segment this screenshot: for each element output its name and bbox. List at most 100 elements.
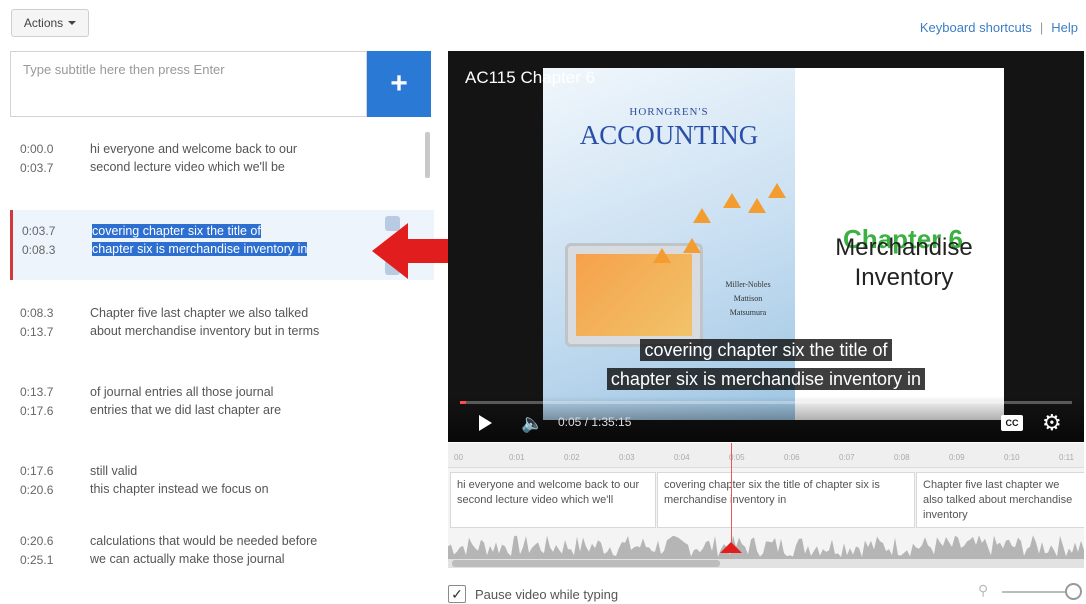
timeline-segment[interactable]: hi everyone and welcome back to our seco…	[450, 472, 656, 528]
link-separator: |	[1039, 20, 1044, 35]
pause-while-typing-checkbox[interactable]: ✓	[448, 585, 466, 603]
actions-dropdown-button[interactable]: Actions	[11, 9, 89, 37]
subtitle-row-selected[interactable]: 0:03.7 0:08.3 covering chapter six the t…	[10, 210, 434, 280]
zoom-slider-knob[interactable]	[1065, 583, 1082, 600]
subtitle-times: 0:20.6 0:25.1	[20, 532, 80, 570]
actions-label: Actions	[23, 16, 64, 30]
timeline-scrollbar-thumb[interactable]	[452, 560, 720, 567]
video-progress-fill	[460, 401, 467, 404]
video-player[interactable]: HORNGREN'S ACCOUNTING Miller-Nobles Matt…	[448, 51, 1084, 442]
timeline-tick-label: 0:02	[564, 453, 580, 462]
subtitle-timeline[interactable]: 00 0:01 0:02 0:03 0:04 0:05 0:06 0:07 0:08 0:09 0:…	[448, 443, 1084, 568]
subtitle-row[interactable]: 0:20.6 0:25.1 calculations that would be…	[10, 520, 434, 578]
subtitle-row[interactable]: 0:00.0 0:03.7 hi everyone and welcome ba…	[10, 128, 434, 198]
timeline-tick-label: 0:08	[894, 453, 910, 462]
subtitle-line: second lecture video which we'll be	[90, 160, 285, 174]
video-caption-line: covering chapter six the title of	[448, 339, 1084, 361]
gear-icon[interactable]: ⚙	[1042, 410, 1062, 436]
caret-down-icon	[68, 21, 77, 25]
book-title-text: ACCOUNTING	[579, 120, 759, 150]
subtitle-row[interactable]: 0:17.6 0:20.6 still valid this chapter i…	[10, 450, 434, 520]
pause-while-typing-option[interactable]: ✓ Pause video while typing	[448, 585, 618, 603]
playhead-marker-icon[interactable]	[720, 542, 742, 553]
timeline-ruler: 00 0:01 0:02 0:03 0:04 0:05 0:06 0:07 0:08 0:09 0:…	[448, 443, 1084, 468]
butterfly-icon	[723, 193, 741, 208]
subtitle-end-time[interactable]: 0:03.7	[20, 159, 80, 178]
closed-captions-icon[interactable]: CC	[1001, 415, 1023, 431]
timeline-scrollbar[interactable]	[448, 559, 1084, 568]
subtitle-end-time[interactable]: 0:25.1	[20, 551, 80, 570]
subtitle-row[interactable]: 0:13.7 0:17.6 of journal entries all tho…	[10, 371, 434, 441]
subtitle-line: this chapter instead we focus on	[90, 482, 269, 496]
subtitle-start-time[interactable]: 0:17.6	[20, 462, 80, 481]
help-link[interactable]: Help	[1051, 20, 1078, 35]
volume-icon[interactable]: 🔈	[521, 413, 543, 434]
subtitle-line: about merchandise inventory but in terms	[90, 324, 320, 338]
timeline-tick-label: 0:09	[949, 453, 965, 462]
subtitle-text[interactable]: hi everyone and welcome back to our seco…	[90, 140, 370, 176]
subtitle-start-time[interactable]: 0:03.7	[22, 222, 82, 241]
timeline-tick-label: 0:04	[674, 453, 690, 462]
butterfly-icon	[683, 238, 701, 253]
subtitle-row[interactable]: 0:08.3 0:13.7 Chapter five last chapter …	[10, 292, 434, 362]
zoom-slider-track[interactable]	[1002, 591, 1074, 593]
timeline-zoom-control[interactable]: ⚲	[978, 580, 1084, 604]
subtitle-line: hi everyone and welcome back to our	[90, 142, 298, 156]
timeline-segment[interactable]: Chapter five last chapter we also talked…	[916, 472, 1084, 528]
butterfly-icon	[748, 198, 766, 213]
top-links: Keyboard shortcuts | Help	[920, 20, 1078, 35]
timeline-segment-selected[interactable]: covering chapter six the title of chapte…	[657, 472, 915, 528]
video-time-display: 0:05 / 1:35:15	[558, 415, 632, 429]
subtitle-times: 0:00.0 0:03.7	[20, 140, 80, 178]
subtitle-start-time[interactable]: 0:00.0	[20, 140, 80, 159]
subtitle-times: 0:08.3 0:13.7	[20, 304, 80, 342]
subtitle-text[interactable]: of journal entries all those journal ent…	[90, 383, 370, 419]
slide-chapter-subtitle: Merchandise Inventory	[835, 234, 973, 291]
subtitle-text[interactable]: Chapter five last chapter we also talked…	[90, 304, 370, 340]
butterfly-icon	[768, 183, 786, 198]
video-progress-bar[interactable]	[460, 401, 1072, 404]
subtitle-input[interactable]: Type subtitle here then press Enter	[10, 51, 367, 117]
timeline-tick-label: 0:10	[1004, 453, 1020, 462]
subtitle-line: entries that we did last chapter are	[90, 403, 282, 417]
subtitle-line: we can actually make those journal	[90, 552, 285, 566]
selected-subtitle-line: covering chapter six the title of	[92, 224, 261, 238]
pause-while-typing-label: Pause video while typing	[475, 586, 619, 602]
subtitle-list[interactable]: 0:00.0 0:03.7 hi everyone and welcome ba…	[10, 128, 434, 578]
video-title: AC115 Chapter 6	[465, 68, 596, 87]
subtitle-end-time[interactable]: 0:20.6	[20, 481, 80, 500]
subtitle-line: of journal entries all those journal	[90, 385, 274, 399]
laptop-icon	[565, 243, 703, 347]
subtitle-times: 0:17.6 0:20.6	[20, 462, 80, 500]
subtitle-line: calculations that would be needed before	[90, 534, 318, 548]
timeline-tick-label: 0:07	[839, 453, 855, 462]
video-caption-line: chapter six is merchandise inventory in	[448, 368, 1084, 390]
subtitle-line: Chapter five last chapter we also talked	[90, 306, 309, 320]
keyboard-shortcuts-link[interactable]: Keyboard shortcuts	[920, 20, 1032, 35]
timeline-tick-label: 0:03	[619, 453, 635, 462]
subtitle-list-scrollbar[interactable]	[425, 132, 430, 178]
subtitle-times: 0:13.7 0:17.6	[20, 383, 80, 421]
subtitle-end-time[interactable]: 0:17.6	[20, 402, 80, 421]
subtitle-text-editing[interactable]: covering chapter six the title of chapte…	[92, 222, 372, 258]
subtitle-end-time[interactable]: 0:13.7	[20, 323, 80, 342]
add-subtitle-button[interactable]: +	[367, 51, 431, 117]
selected-subtitle-line: chapter six is merchandise inventory in	[92, 242, 308, 256]
subtitle-start-time[interactable]: 0:13.7	[20, 383, 80, 402]
subtitle-times: 0:03.7 0:08.3	[22, 222, 82, 260]
subtitle-input-placeholder: Type subtitle here then press Enter	[23, 62, 225, 77]
subtitle-start-time[interactable]: 0:20.6	[20, 532, 80, 551]
subtitle-end-time[interactable]: 0:08.3	[22, 241, 82, 260]
plus-icon: +	[390, 67, 408, 100]
play-icon[interactable]	[479, 415, 492, 431]
subtitle-start-time[interactable]: 0:08.3	[20, 304, 80, 323]
butterfly-icon	[653, 248, 671, 263]
book-publisher-text: HORNGREN'S	[629, 106, 709, 118]
search-icon: ⚲	[978, 582, 989, 598]
timeline-tick-label: 0:11	[1059, 453, 1074, 462]
subtitle-text[interactable]: calculations that would be needed before…	[90, 532, 370, 568]
subtitle-text[interactable]: still valid this chapter instead we focu…	[90, 462, 370, 498]
timeline-tick-label: 00	[454, 453, 463, 462]
butterfly-icon	[693, 208, 711, 223]
timeline-playhead[interactable]	[731, 443, 732, 553]
